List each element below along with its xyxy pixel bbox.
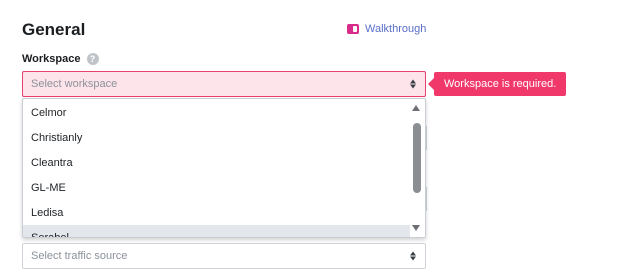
workspace-dropdown-list[interactable]: Celmor Christianly Cleantra GL-ME Ledisa… [22,98,426,238]
dropdown-option[interactable]: Celmor [23,100,411,125]
walkthrough-label: Walkthrough [365,23,427,35]
walkthrough-link[interactable]: Walkthrough [347,23,426,35]
updown-arrows-icon [410,79,416,89]
book-icon [347,24,359,34]
dropdown-option[interactable]: Christianly [23,125,411,150]
dropdown-option[interactable]: GL-ME [23,175,411,200]
workspace-label: Workspace [22,53,81,65]
workspace-error-tooltip: Workspace is required. [434,72,567,96]
scrollbar-thumb[interactable] [413,123,421,193]
dropdown-option[interactable]: Ledisa [23,200,411,225]
workspace-label-row: Workspace ? [22,53,99,65]
workspace-select[interactable]: Select workspace [22,71,426,97]
question-circle-icon[interactable]: ? [86,53,99,65]
traffic-source-select[interactable]: Select traffic source [22,243,426,269]
section-title: General [22,20,86,39]
scroll-up-arrow-icon[interactable] [412,105,420,111]
updown-arrows-icon [410,251,416,261]
dropdown-option-highlighted[interactable]: Serabel [23,225,411,237]
dropdown-option[interactable]: Cleantra [23,150,411,175]
dropdown-scrollbar[interactable] [410,99,425,237]
scroll-down-arrow-icon[interactable] [412,225,420,231]
workspace-select-placeholder: Select workspace [31,78,118,90]
traffic-source-placeholder: Select traffic source [31,250,128,262]
